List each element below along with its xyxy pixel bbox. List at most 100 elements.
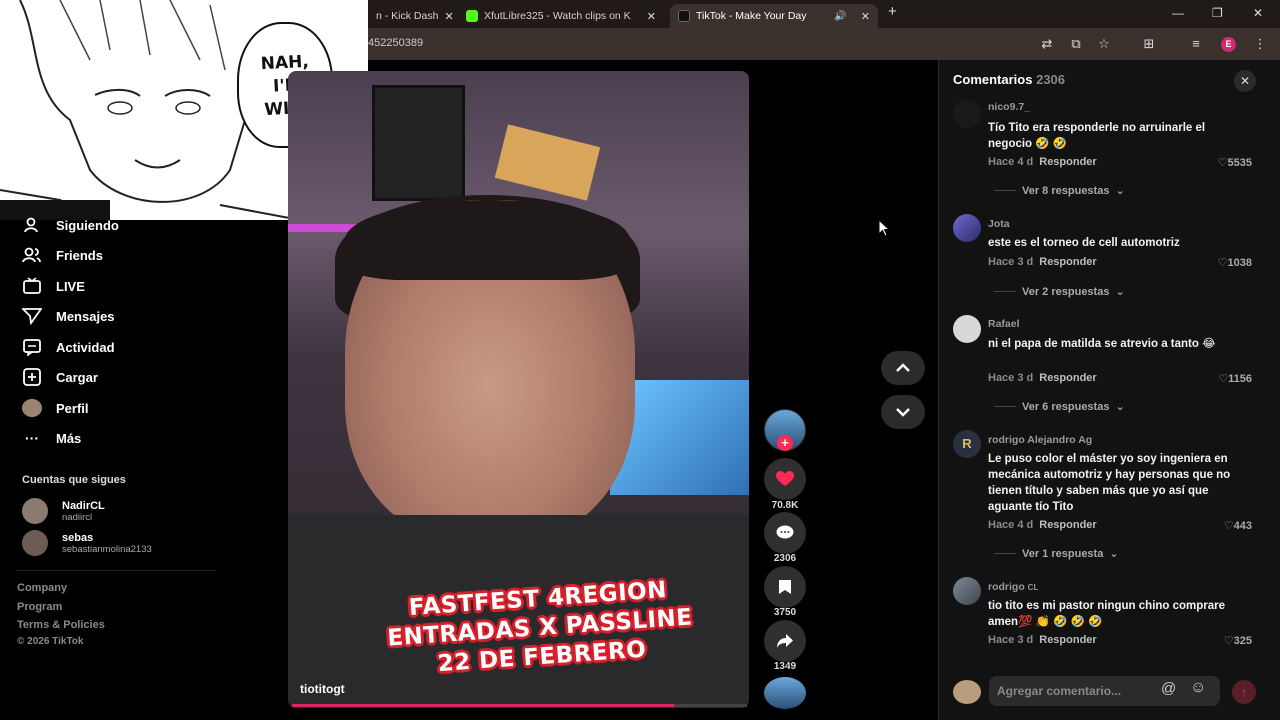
video-progress-bar[interactable] xyxy=(292,704,747,707)
footer-link-terms[interactable]: Terms & Policies xyxy=(17,619,105,631)
reply-button[interactable]: Responder xyxy=(1039,256,1096,268)
sidebar-item-siguiendo[interactable]: Siguiendo xyxy=(22,215,119,235)
reply-button[interactable]: Responder xyxy=(1039,634,1096,646)
close-icon[interactable]: ✕ xyxy=(647,10,656,23)
avatar[interactable] xyxy=(953,100,981,128)
sidebar-item-actividad[interactable]: Actividad xyxy=(22,337,115,357)
close-comments-button[interactable]: ✕ xyxy=(1234,70,1256,92)
comment-time: Hace 4 d xyxy=(988,519,1034,531)
account-name: NadirCL xyxy=(62,499,105,512)
avatar xyxy=(953,680,981,704)
save-button[interactable] xyxy=(764,566,806,608)
comment-text: este es el torneo de cell automotriz xyxy=(988,237,1180,249)
view-replies-button[interactable]: Ver 1 respuesta ⌄ xyxy=(994,547,1119,560)
comment-input[interactable]: Agregar comentario... @ ☺ xyxy=(989,676,1220,706)
send-comment-button[interactable]: ↑ xyxy=(1232,680,1256,704)
avatar xyxy=(22,498,48,524)
view-replies-label: Ver 1 respuesta xyxy=(1022,547,1104,560)
copyright: © 2026 TikTok xyxy=(17,636,84,647)
sidebar-item-friends[interactable]: Friends xyxy=(22,245,103,265)
sidebar-item-label: Mensajes xyxy=(56,308,115,324)
close-window-button[interactable]: ✕ xyxy=(1253,6,1263,20)
mention-icon[interactable]: @ xyxy=(1161,680,1176,697)
comment-count: 2306 xyxy=(773,553,797,564)
extensions-icon[interactable]: ⊞ xyxy=(1141,36,1157,52)
comment-username[interactable]: rodrigo CL xyxy=(988,581,1038,593)
music-disc[interactable] xyxy=(764,677,806,709)
close-icon[interactable]: ✕ xyxy=(861,10,870,23)
view-replies-button[interactable]: Ver 6 respuestas ⌄ xyxy=(994,400,1125,413)
minimize-button[interactable]: — xyxy=(1172,6,1184,20)
tab-kick-dash[interactable]: n - Kick Dash ✕ xyxy=(368,4,458,28)
comment-like-button[interactable]: ♡443 xyxy=(1190,519,1252,532)
tab-tiktok[interactable]: TikTok - Make Your Day 🔊 ✕ xyxy=(670,4,878,28)
comment-username[interactable]: rodrigo Alejandro Ag xyxy=(988,434,1092,446)
avatar[interactable] xyxy=(953,577,981,605)
comment-username[interactable]: nico9.7_ xyxy=(988,101,1030,113)
comment-like-button[interactable]: ♡5535 xyxy=(1190,156,1252,169)
sidebar-item-label: LIVE xyxy=(56,278,85,294)
close-icon[interactable]: ✕ xyxy=(444,10,453,23)
comment-username[interactable]: Rafael xyxy=(988,318,1020,330)
comment-meta: Hace 4 d Responder xyxy=(988,156,1097,168)
sidebar-item-mensajes[interactable]: Mensajes xyxy=(22,306,115,326)
upload-icon xyxy=(22,367,42,387)
view-replies-button[interactable]: Ver 2 respuestas ⌄ xyxy=(994,285,1125,298)
translate-icon[interactable]: ⇄ xyxy=(1039,36,1055,52)
comment-like-count: 325 xyxy=(1233,635,1252,647)
emoji-icon[interactable]: ☺ xyxy=(1190,679,1206,697)
share-button[interactable] xyxy=(764,620,806,662)
sidebar-item-label: Perfil xyxy=(56,400,89,416)
comment-like-count: 1038 xyxy=(1227,257,1252,269)
chevron-down-icon: ⌄ xyxy=(1109,548,1119,560)
url-field[interactable]: 452250389 xyxy=(368,37,423,49)
speaker-icon[interactable]: 🔊 xyxy=(834,11,846,22)
reply-button[interactable]: Responder xyxy=(1039,519,1096,531)
followed-account[interactable]: sebas sebastianmolina2133 xyxy=(22,530,152,556)
install-app-icon[interactable]: ⧉ xyxy=(1068,36,1084,52)
profile-avatar[interactable]: E xyxy=(1221,37,1236,52)
footer-link-program[interactable]: Program xyxy=(17,601,62,613)
more-icon: ··· xyxy=(25,430,39,446)
profile-icon xyxy=(22,398,42,418)
footer-link-company[interactable]: Company xyxy=(17,582,67,594)
tab-xfutlibre[interactable]: XfutLibre325 - Watch clips on K ✕ xyxy=(458,4,664,28)
comment-time: Hace 3 d xyxy=(988,372,1034,384)
account-name: sebas xyxy=(62,531,94,544)
followed-account[interactable]: NadirCL nadiircl xyxy=(22,498,105,524)
sidebar-item-cargar[interactable]: Cargar xyxy=(22,367,98,387)
chevron-down-icon: ⌄ xyxy=(1115,401,1125,413)
comment-like-button[interactable]: ♡325 xyxy=(1190,634,1252,647)
tab-label: n - Kick Dash xyxy=(376,10,439,22)
comment-like-button[interactable]: ♡1156 xyxy=(1190,372,1252,385)
like-button[interactable] xyxy=(764,458,806,500)
reply-button[interactable]: Responder xyxy=(1039,156,1096,168)
comment-username[interactable]: Jota xyxy=(988,218,1010,230)
chevron-up-icon xyxy=(896,363,910,372)
video-author[interactable]: tiotitogt xyxy=(300,682,345,696)
sidebar-item-perfil[interactable]: Perfil xyxy=(22,398,89,418)
bookmark-star-icon[interactable]: ☆ xyxy=(1096,36,1112,52)
view-replies-button[interactable]: Ver 8 respuestas ⌄ xyxy=(994,184,1125,197)
avatar[interactable] xyxy=(953,315,981,343)
comment-button[interactable] xyxy=(764,512,806,554)
previous-video-button[interactable] xyxy=(881,351,925,385)
reply-button[interactable]: Responder xyxy=(1039,372,1096,384)
next-video-button[interactable] xyxy=(881,395,925,429)
sidebar-item-mas[interactable]: ··· Más xyxy=(22,428,81,448)
media-control-icon[interactable]: ≡ xyxy=(1188,36,1204,52)
share-count: 1349 xyxy=(773,661,797,672)
comment-text: ni el papa de matilda se atrevio a tanto… xyxy=(988,338,1216,350)
avatar[interactable]: R xyxy=(953,430,981,458)
view-replies-label: Ver 8 respuestas xyxy=(1022,184,1110,197)
sidebar-item-live[interactable]: LIVE xyxy=(22,276,85,296)
tiktok-favicon-icon xyxy=(678,10,690,22)
comments-title-label: Comentarios xyxy=(953,72,1033,87)
comment-like-count: 1156 xyxy=(1228,373,1252,385)
comment-like-button[interactable]: ♡1038 xyxy=(1190,256,1252,269)
maximize-button[interactable]: ❐ xyxy=(1212,6,1223,20)
follow-button[interactable]: + xyxy=(777,435,793,451)
new-tab-button[interactable]: + xyxy=(888,3,897,20)
avatar[interactable] xyxy=(953,214,981,242)
menu-icon[interactable]: ⋮ xyxy=(1252,36,1268,52)
